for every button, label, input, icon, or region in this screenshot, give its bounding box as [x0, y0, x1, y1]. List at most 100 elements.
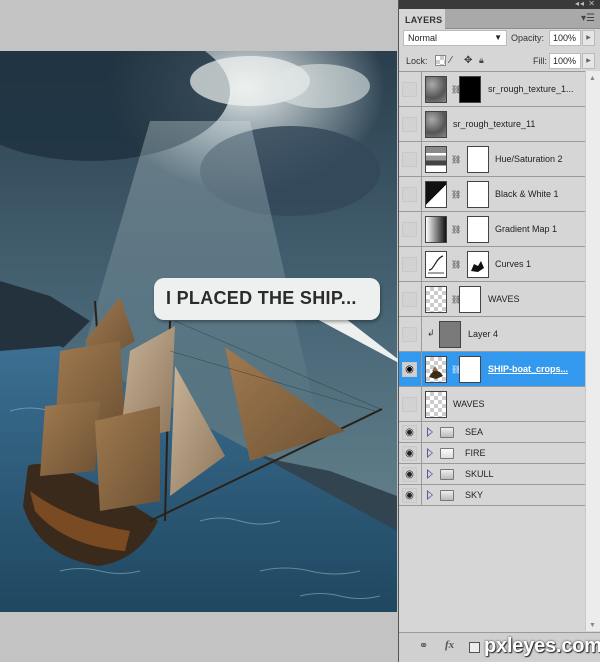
- eye-icon[interactable]: ◉: [402, 362, 417, 377]
- visibility-toggle[interactable]: [402, 292, 417, 307]
- eye-icon[interactable]: ◉: [402, 425, 417, 440]
- expand-triangle-icon[interactable]: [427, 448, 433, 458]
- layer-row[interactable]: sr_rough_texture_11: [399, 107, 585, 142]
- layer-name: Curves 1: [495, 259, 532, 269]
- folder-icon: [440, 448, 454, 459]
- hue-saturation-icon: [425, 146, 447, 173]
- visibility-toggle[interactable]: [402, 152, 417, 167]
- workspace: I PLACED THE SHIP...: [0, 0, 412, 662]
- layer-mask-thumbnail[interactable]: [467, 181, 489, 208]
- fill-slider-button[interactable]: ▶: [582, 53, 595, 69]
- lock-position-move-icon[interactable]: ✥: [464, 55, 475, 66]
- link-icon[interactable]: ⛓: [451, 155, 461, 164]
- scroll-up-arrow-icon[interactable]: ▲: [589, 75, 596, 82]
- layer-mask-thumbnail[interactable]: [467, 146, 489, 173]
- expand-triangle-icon[interactable]: [427, 490, 433, 500]
- opacity-field[interactable]: 100%: [549, 30, 581, 46]
- lock-all-icon[interactable]: 🔒︎: [479, 55, 490, 66]
- fill-field[interactable]: 100%: [549, 53, 581, 69]
- layers-list: ⛓ sr_rough_texture_1... sr_rough_texture…: [399, 71, 585, 506]
- tab-layers[interactable]: LAYERS: [399, 9, 445, 30]
- lock-fill-row: Lock: ∕ ✥ 🔒︎ Fill: 100% ▶: [399, 51, 600, 71]
- layer-group-row[interactable]: ◉ SKY: [399, 485, 585, 506]
- opacity-slider-button[interactable]: ▶: [582, 30, 595, 46]
- layer-name: sr_rough_texture_1...: [488, 84, 574, 94]
- link-icon[interactable]: ⛓: [451, 190, 461, 199]
- add-mask-icon[interactable]: [469, 642, 480, 653]
- blend-mode-select[interactable]: Normal ▼: [403, 30, 507, 46]
- layer-group-row[interactable]: ◉ FIRE: [399, 443, 585, 464]
- lock-transparency-icon[interactable]: [435, 55, 446, 66]
- layer-row-selected[interactable]: ◉ ⛓ SHIP-boat_crops...: [399, 352, 585, 387]
- clipping-arrow-icon: ↲: [427, 328, 435, 338]
- eye-icon[interactable]: ◉: [402, 446, 417, 461]
- layer-thumbnail: [439, 321, 461, 348]
- layer-group-row[interactable]: ◉ SEA: [399, 422, 585, 443]
- visibility-toggle[interactable]: [402, 187, 417, 202]
- watermark: pxleyes.com: [484, 635, 600, 657]
- collapse-close-buttons[interactable]: ◂◂ ✕: [575, 0, 596, 8]
- visibility-toggle[interactable]: [402, 222, 417, 237]
- artwork: [0, 51, 397, 612]
- blend-opacity-row: Normal ▼ Opacity: 100% ▶: [399, 29, 600, 49]
- layer-name: WAVES: [453, 399, 485, 409]
- visibility-toggle[interactable]: [402, 257, 417, 272]
- eye-icon[interactable]: ◉: [402, 488, 417, 503]
- layer-name: sr_rough_texture_11: [453, 119, 536, 129]
- layers-scrollbar[interactable]: ▲ ▼: [585, 71, 600, 631]
- layer-row[interactable]: ⛓ Black & White 1: [399, 177, 585, 212]
- folder-icon: [440, 469, 454, 480]
- link-icon[interactable]: ⛓: [451, 225, 461, 234]
- layer-row[interactable]: WAVES: [399, 387, 585, 422]
- layer-thumbnail: [425, 286, 447, 313]
- lock-label: Lock:: [406, 56, 428, 66]
- link-layers-icon[interactable]: ⚭: [419, 639, 428, 652]
- layer-name: SHIP-boat_crops...: [488, 364, 569, 374]
- fx-icon[interactable]: fx: [445, 639, 454, 651]
- layers-panel: ◂◂ ✕ LAYERS ▾☰ Normal ▼ Opacity: 100% ▶ …: [398, 0, 600, 662]
- scroll-down-arrow-icon[interactable]: ▼: [589, 622, 596, 629]
- visibility-toggle[interactable]: [402, 397, 417, 412]
- group-name: SKULL: [465, 469, 494, 479]
- layer-mask-thumbnail[interactable]: [467, 251, 489, 278]
- gradient-map-icon: [425, 216, 447, 243]
- visibility-toggle[interactable]: [402, 117, 417, 132]
- blend-mode-value: Normal: [408, 33, 438, 43]
- fill-label: Fill:: [533, 56, 547, 66]
- layer-mask-thumbnail[interactable]: [467, 216, 489, 243]
- layer-group-row[interactable]: ◉ SKULL: [399, 464, 585, 485]
- visibility-toggle[interactable]: [402, 327, 417, 342]
- group-name: FIRE: [465, 448, 486, 458]
- panel-menu-icon[interactable]: ▾☰: [581, 13, 595, 24]
- eye-icon[interactable]: ◉: [402, 467, 417, 482]
- layer-row[interactable]: ⛓ Hue/Saturation 2: [399, 142, 585, 177]
- layer-row[interactable]: ⛓ WAVES: [399, 282, 585, 317]
- layer-row[interactable]: ⛓ Gradient Map 1: [399, 212, 585, 247]
- expand-triangle-icon[interactable]: [427, 427, 433, 437]
- layer-name: Gradient Map 1: [495, 224, 558, 234]
- folder-icon: [440, 427, 454, 438]
- layer-thumbnail: [425, 111, 447, 138]
- layer-mask-thumbnail[interactable]: [459, 356, 481, 383]
- layer-name: Layer 4: [468, 329, 499, 339]
- layer-row[interactable]: ⛓ sr_rough_texture_1...: [399, 72, 585, 107]
- layer-thumbnail: [425, 76, 447, 103]
- layer-row[interactable]: ⛓ Curves 1: [399, 247, 585, 282]
- layer-name: Hue/Saturation 2: [495, 154, 563, 164]
- panel-bottom-toolbar: ⚭ fx pxleyes.com: [399, 632, 600, 662]
- layer-mask-thumbnail[interactable]: [459, 76, 481, 103]
- lock-pixels-brush-icon[interactable]: ∕: [450, 55, 461, 66]
- speech-bubble-text: I PLACED THE SHIP...: [166, 288, 357, 308]
- link-icon[interactable]: ⛓: [451, 260, 461, 269]
- document-canvas[interactable]: [0, 51, 397, 612]
- visibility-toggle[interactable]: [402, 82, 417, 97]
- layer-mask-thumbnail[interactable]: [459, 286, 481, 313]
- layer-row[interactable]: ↲ Layer 4: [399, 317, 585, 352]
- folder-icon: [440, 490, 454, 501]
- black-white-icon: [425, 181, 447, 208]
- expand-triangle-icon[interactable]: [427, 469, 433, 479]
- layer-thumbnail: [425, 356, 447, 383]
- photoshop-window: I PLACED THE SHIP... ◂◂ ✕ LAYERS ▾☰ Norm…: [0, 0, 600, 662]
- layer-name: WAVES: [488, 294, 520, 304]
- opacity-label: Opacity:: [511, 33, 545, 43]
